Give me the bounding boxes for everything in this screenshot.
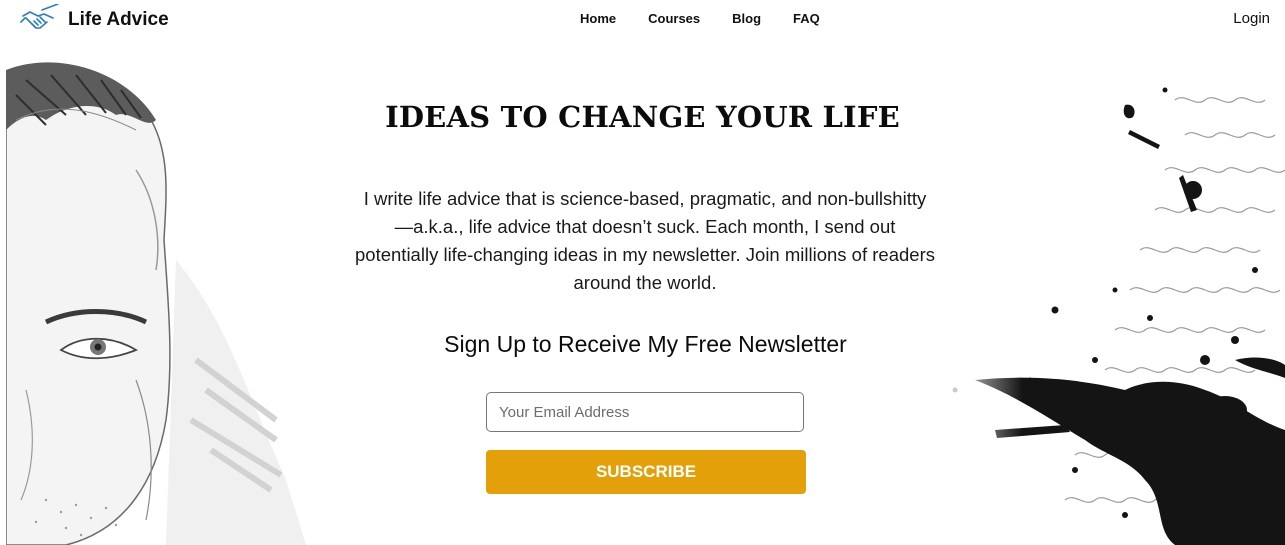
- subscribe-button[interactable]: SUBSCRIBE: [486, 450, 806, 494]
- page-title: IDEAS TO CHANGE YOUR LIFE: [385, 100, 900, 134]
- newsletter-heading: Sign Up to Receive My Free Newsletter: [444, 331, 847, 357]
- top-navigation: Life Advice Home Courses Blog FAQ Login: [0, 0, 1285, 40]
- handshake-icon: [20, 4, 59, 29]
- nav-link-home[interactable]: Home: [580, 11, 616, 26]
- nav-link-courses[interactable]: Courses: [648, 11, 700, 26]
- brand-name: Life Advice: [68, 9, 169, 30]
- login-link[interactable]: Login: [1233, 10, 1270, 27]
- logo[interactable]: Life Advice: [20, 4, 169, 36]
- main-menu: Home Courses Blog FAQ: [580, 11, 820, 26]
- nav-link-faq[interactable]: FAQ: [793, 11, 820, 26]
- intro-paragraph: I write life advice that is science-base…: [355, 188, 935, 293]
- email-input[interactable]: [486, 392, 804, 432]
- nav-link-blog[interactable]: Blog: [732, 11, 761, 26]
